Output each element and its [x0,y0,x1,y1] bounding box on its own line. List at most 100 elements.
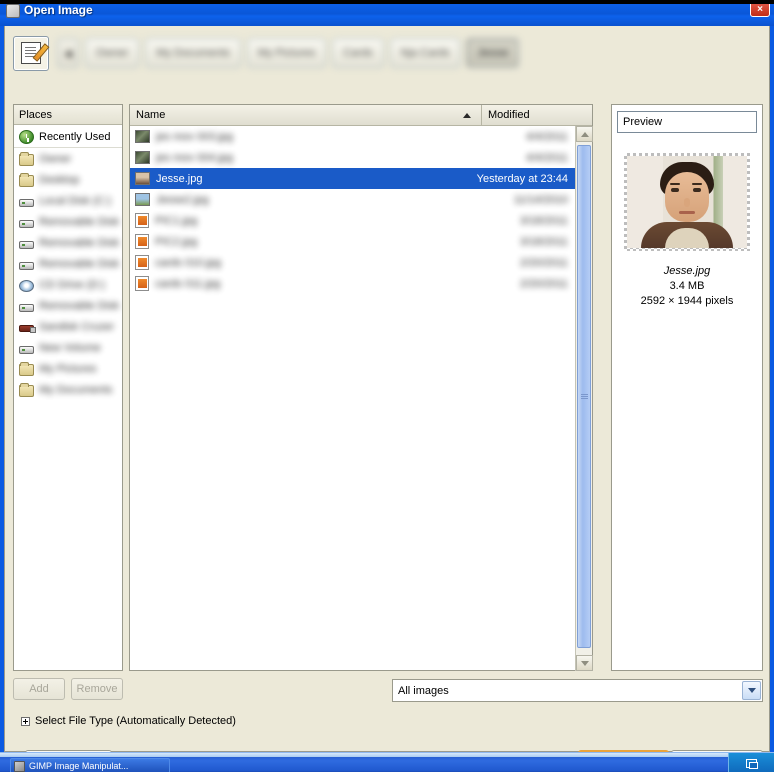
preview-file-size: 3.4 MB [669,280,705,292]
breadcrumb-nav-prev[interactable]: ◀ [57,38,79,68]
folder-icon [19,361,34,376]
breadcrumb-item-3[interactable]: My Pictures [246,38,327,68]
place-item-7[interactable]: CD Drive (D:) [14,274,122,295]
preview-pane: Preview Jesse.jpg 3.4 MB 2592 × 1944 pix… [611,104,763,671]
scroll-down-icon[interactable] [576,655,593,671]
column-header-name[interactable]: Name [130,105,482,125]
taskbar-top-strip [0,753,774,757]
table-row-selected[interactable]: Jesse.jpg Yesterday at 23:44 [130,168,576,189]
breadcrumb-item-1[interactable]: Owner [85,38,140,68]
table-row[interactable]: PIC2.jpg 3/18/2011 [130,231,576,252]
file-name: Jesse2.jpg [156,193,209,206]
breadcrumb-item-2[interactable]: My Documents [145,38,241,68]
filter-selected-label: All images [398,684,449,697]
file-name: jes mov 003.jpg [156,130,234,143]
place-item-10[interactable]: New Volume [14,337,122,358]
place-item-3[interactable]: Local Disk (C:) [14,190,122,211]
breadcrumb-item-current[interactable]: Jesse [466,38,520,68]
place-item-8[interactable]: Removable Disk [14,295,122,316]
file-name: PIC2.jpg [155,235,198,248]
column-header-name-label: Name [136,109,166,121]
photo-eye-right [693,188,701,192]
file-modified: 4/4/2011 [525,151,568,164]
image-doc-icon [135,213,149,228]
preview-image [627,156,747,248]
place-item-11[interactable]: My Pictures [14,358,122,379]
places-list: Recently Used Owner Desktop Local Disk (… [14,125,122,401]
file-name: PIC1.jpg [155,214,198,227]
titlebar-buttons: × [750,4,770,23]
place-item-recently-used[interactable]: Recently Used [14,126,122,148]
image-doc-icon [135,234,149,249]
open-image-dialog: Open Image × ◀ Owner My Documents My Pic… [0,4,774,756]
file-modified: 3/18/2011 [519,235,568,248]
breadcrumb-item-4[interactable]: Cards [332,38,384,68]
column-header-modified-label: Modified [488,109,530,121]
close-icon[interactable]: × [750,4,770,17]
file-list-header: Name Modified [130,105,592,126]
scrollbar-thumb[interactable] [577,145,591,648]
preview-header[interactable]: Preview [617,111,757,133]
breadcrumb: ◀ Owner My Documents My Pictures Cards N… [57,38,763,68]
file-modified: 2/20/2011 [519,277,568,290]
drive-icon [19,303,34,312]
scene-thumb-icon [135,193,150,206]
plus-expander-icon[interactable] [21,716,30,726]
scroll-up-icon[interactable] [576,126,593,142]
folder-icon [19,382,34,397]
file-modified: 4/4/2011 [525,130,568,143]
photo-shirt [641,222,733,248]
titlebar[interactable]: Open Image × [0,4,774,26]
chevron-down-icon[interactable] [742,681,761,700]
remove-place-button[interactable]: Remove [71,678,123,700]
taskbar-task-gimp[interactable]: GIMP Image Manipulat... [10,758,170,772]
column-header-modified[interactable]: Modified [482,105,592,125]
file-name: cards 011.jpg [155,277,221,290]
place-item-9[interactable]: Sandisk Cruzer [14,316,122,337]
desktop-background: Open Image × ◀ Owner My Documents My Pic… [0,0,774,772]
system-tray[interactable] [728,753,774,772]
cd-drive-icon [19,279,34,292]
place-item-1[interactable]: Owner [14,148,122,169]
file-list-rows: jes mov 003.jpg 4/4/2011 jes mov 004.jpg… [130,126,576,671]
place-label: Removable Disk [39,236,120,249]
breadcrumb-item-5[interactable]: Nja Cards [389,38,461,68]
file-modified: 3/18/2011 [519,214,568,227]
portrait-thumb-icon [135,172,150,185]
place-label: Removable Disk [39,299,120,312]
table-row[interactable]: cards 011.jpg 2/20/2011 [130,273,576,294]
place-item-5[interactable]: Removable Disk [14,232,122,253]
table-row[interactable]: cards 010.jpg 2/20/2011 [130,252,576,273]
file-name: jes mov 004.jpg [156,151,234,164]
drive-icon [19,261,34,270]
place-label: Desktop [39,173,80,186]
drive-icon [19,345,34,354]
image-doc-icon [135,276,149,291]
place-item-4[interactable]: Removable Disk [14,211,122,232]
file-list-pane: Name Modified jes mov 003.jpg 4/4/2011 j… [129,104,593,671]
table-row[interactable]: PIC1.jpg 3/18/2011 [130,210,576,231]
image-doc-icon [135,255,149,270]
place-item-12[interactable]: My Documents [14,379,122,400]
type-filename-button[interactable] [13,35,49,71]
window-restore-icon[interactable] [746,758,758,769]
file-type-filter-select[interactable]: All images [392,679,763,702]
add-place-button[interactable]: Add [13,678,65,700]
file-list-scrollbar[interactable] [575,126,593,671]
places-header: Places [14,105,122,125]
select-file-type-expander[interactable]: Select File Type (Automatically Detected… [21,715,236,727]
photo-nose [684,198,690,207]
gimp-icon [14,760,25,772]
table-row[interactable]: jes mov 003.jpg 4/4/2011 [130,126,576,147]
drive-icon [19,240,34,249]
places-pane: Places Recently Used Owner Desktop Local… [13,104,123,671]
recent-clock-icon [19,129,34,144]
file-name: cards 010.jpg [155,256,222,269]
table-row[interactable]: Jesse2.jpg 11/14/2010 [130,189,576,210]
table-row[interactable]: jes mov 004.jpg 4/4/2011 [130,147,576,168]
place-item-2[interactable]: Desktop [14,169,122,190]
photo-face [665,172,709,222]
place-item-6[interactable]: Removable Disk [14,253,122,274]
taskbar-task-label: GIMP Image Manipulat... [29,761,129,771]
preview-dimensions: 2592 × 1944 pixels [640,295,734,307]
